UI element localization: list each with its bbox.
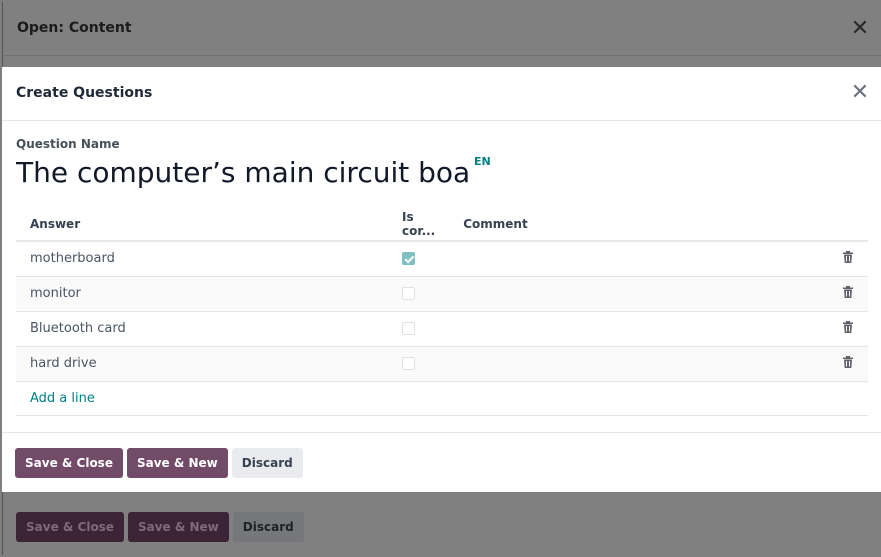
answers-table: Answer Is cor... Comment motherboard mon… — [16, 207, 868, 416]
language-badge[interactable]: EN — [474, 155, 491, 168]
answer-cell[interactable]: Bluetooth card — [16, 311, 386, 347]
table-header-row: Answer Is cor... Comment — [16, 207, 868, 242]
is-correct-checkbox[interactable] — [402, 252, 415, 266]
table-row[interactable]: Bluetooth card — [16, 311, 868, 347]
is-correct-cell — [386, 311, 450, 347]
trash-icon[interactable] — [843, 285, 853, 298]
comment-cell[interactable] — [449, 241, 828, 277]
modal-footer: Save & Close Save & New Discard — [2, 432, 881, 492]
comment-cell[interactable] — [449, 311, 828, 347]
discard-button[interactable]: Discard — [231, 448, 303, 478]
create-questions-modal: Create Questions ✕ Question Name EN Answ… — [2, 67, 881, 492]
trash-icon[interactable] — [843, 355, 853, 368]
comment-cell[interactable] — [449, 276, 828, 312]
question-name-field: EN — [16, 153, 491, 193]
answer-cell[interactable]: monitor — [16, 276, 386, 312]
background-save-new-button: Save & New — [127, 512, 229, 542]
column-header-delete — [828, 207, 868, 242]
trash-icon[interactable] — [843, 320, 853, 333]
close-icon[interactable]: ✕ — [849, 82, 871, 104]
is-correct-checkbox[interactable] — [402, 357, 415, 370]
background-dialog-header: Open: Content ✕ — [3, 2, 881, 56]
comment-cell[interactable] — [449, 346, 828, 382]
trash-icon[interactable] — [843, 250, 853, 263]
table-row[interactable]: motherboard — [16, 241, 868, 277]
delete-cell — [828, 346, 868, 382]
table-row[interactable]: monitor — [16, 276, 868, 312]
is-correct-checkbox[interactable] — [402, 287, 415, 300]
background-discard-button: Discard — [232, 512, 304, 542]
column-header-comment[interactable]: Comment — [449, 207, 828, 242]
close-icon[interactable]: ✕ — [849, 18, 871, 40]
modal-body: Question Name EN Answer Is cor... Commen… — [2, 121, 881, 433]
question-name-label: Question Name — [16, 137, 120, 151]
column-header-answer[interactable]: Answer — [16, 207, 386, 242]
add-a-line-link[interactable]: Add a line — [30, 391, 95, 406]
background-dialog-footer: Save & Close Save & New Discard — [16, 512, 304, 542]
delete-cell — [828, 276, 868, 312]
modal-header: Create Questions ✕ — [2, 67, 881, 121]
table-row[interactable]: hard drive — [16, 346, 868, 382]
delete-cell — [828, 311, 868, 347]
question-name-input[interactable] — [16, 153, 472, 193]
add-line-row: Add a line — [16, 381, 868, 416]
save-close-button[interactable]: Save & Close — [15, 448, 123, 478]
modal-title: Create Questions — [16, 85, 153, 101]
answer-cell[interactable]: hard drive — [16, 346, 386, 382]
background-save-close-button: Save & Close — [16, 512, 124, 542]
column-header-is-correct[interactable]: Is cor... — [386, 207, 450, 242]
add-line-cell: Add a line — [16, 381, 868, 416]
is-correct-checkbox[interactable] — [402, 322, 415, 335]
answer-cell[interactable]: motherboard — [16, 241, 386, 277]
save-new-button[interactable]: Save & New — [126, 448, 228, 478]
is-correct-cell — [386, 241, 450, 277]
background-dialog-title: Open: Content — [17, 20, 132, 36]
is-correct-cell — [386, 276, 450, 312]
delete-cell — [828, 241, 868, 277]
is-correct-cell — [386, 346, 450, 382]
